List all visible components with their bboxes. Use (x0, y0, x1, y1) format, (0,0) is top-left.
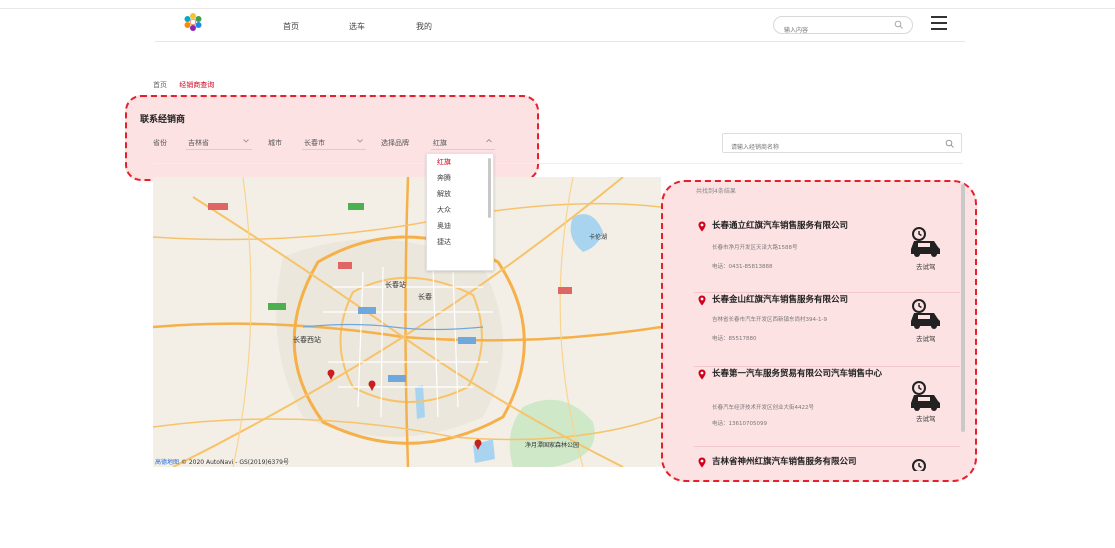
province-select[interactable]: 吉林省 (186, 134, 252, 150)
header-search-input[interactable] (774, 22, 886, 39)
logo-icon[interactable] (183, 12, 203, 32)
chevron-down-icon (357, 139, 363, 143)
header-search (773, 16, 913, 39)
filter-title: 联系经销商 (140, 115, 186, 125)
test-drive-car-icon[interactable] (908, 459, 942, 471)
province-label: 省份 (153, 139, 167, 147)
test-drive-car-icon[interactable] (908, 227, 942, 257)
nav-select-car[interactable]: 选车 (349, 21, 365, 32)
chevron-up-icon (486, 138, 492, 143)
brand-option-dazhong[interactable]: 大众 (427, 202, 493, 218)
results-list: 长春通立红旗汽车销售服务有限公司 长春市净月开发区天泽大路1588号 电话：04… (694, 205, 962, 471)
dealer-address: 长春汽车经济技术开发区创业大街4422号 (712, 405, 814, 411)
location-pin-icon (698, 221, 706, 232)
test-drive-car-icon[interactable] (908, 299, 942, 329)
map-label-changchun: 长春 (418, 292, 432, 301)
test-drive-car-icon[interactable] (908, 381, 942, 411)
brand-label: 选择品牌 (381, 139, 409, 147)
search-icon[interactable] (945, 139, 955, 149)
dealer-name[interactable]: 长春金山红旗汽车销售服务有限公司 (712, 293, 902, 307)
brand-option-jieda[interactable]: 捷达 (427, 234, 493, 250)
breadcrumb: 首页 经销商查询 (153, 80, 214, 90)
map[interactable]: 长春西站 长春 长春站 卡伦湖 净月潭国家森林公园 (153, 177, 661, 467)
brand-option-aodi[interactable]: 奥迪 (427, 218, 493, 234)
divider (153, 163, 963, 164)
test-drive-button[interactable]: 去试驾 (916, 333, 936, 343)
dealer-phone: 电话：0431-85813888 (712, 264, 773, 270)
breadcrumb-home[interactable]: 首页 (153, 81, 167, 89)
dealer-item[interactable]: 吉林省神州红旗汽车销售服务有限公司 (694, 455, 960, 471)
brand-value: 红旗 (433, 139, 447, 147)
dealer-item[interactable]: 长春金山红旗汽车销售服务有限公司 吉林省长春市汽车开发区西新镇东尚村394-1-… (694, 293, 960, 367)
nav-mine[interactable]: 我的 (416, 21, 432, 32)
breadcrumb-current: 经销商查询 (179, 81, 215, 89)
brand-dropdown: 红旗 奔腾 解放 大众 奥迪 捷达 (426, 153, 494, 271)
province-value: 吉林省 (188, 139, 209, 147)
chevron-down-icon (243, 139, 249, 143)
location-pin-icon (698, 369, 706, 380)
dealer-name[interactable]: 吉林省神州红旗汽车销售服务有限公司 (712, 455, 902, 469)
dealer-item[interactable]: 长春第一汽车服务贸易有限公司汽车销售中心 长春汽车经济技术开发区创业大街4422… (694, 367, 960, 447)
dealer-search-input[interactable] (723, 138, 933, 157)
search-icon[interactable] (894, 20, 904, 30)
map-brand: 高德地图 (155, 459, 180, 466)
dealer-phone: 电话：85517880 (712, 336, 757, 342)
hamburger-menu-icon[interactable] (931, 16, 947, 30)
dropdown-scrollbar[interactable] (488, 158, 491, 218)
test-drive-button[interactable]: 去试驾 (916, 413, 936, 423)
location-pin-icon (698, 295, 706, 306)
dealer-name[interactable]: 长春第一汽车服务贸易有限公司汽车销售中心 (712, 367, 902, 381)
nav-home[interactable]: 首页 (283, 21, 299, 32)
map-canvas[interactable]: 长春西站 长春 长春站 卡伦湖 净月潭国家森林公园 (153, 177, 661, 467)
map-copyright: 高德地图 © 2020 AutoNavi - GS(2019)6379号 (155, 457, 289, 466)
map-label-lake: 卡伦湖 (589, 233, 607, 241)
results-count: 共找到4条结果 (696, 188, 736, 195)
map-label-changchun-west: 长春西站 (293, 335, 321, 344)
city-select[interactable]: 长春市 (302, 134, 366, 150)
brand-option-hongqi[interactable]: 红旗 (427, 154, 493, 170)
map-label-station: 长春站 (385, 280, 406, 289)
dealer-address: 长春市净月开发区天泽大路1588号 (712, 245, 798, 251)
brand-option-jiefang[interactable]: 解放 (427, 186, 493, 202)
map-copyright-text: © 2020 AutoNavi - GS(2019)6379号 (180, 459, 289, 466)
dealer-item[interactable]: 长春通立红旗汽车销售服务有限公司 长春市净月开发区天泽大路1588号 电话：04… (694, 219, 960, 293)
top-border (0, 8, 1115, 9)
dealer-search (722, 133, 962, 157)
dealer-address: 吉林省长春市汽车开发区西新镇东尚村394-1-9 (712, 317, 827, 323)
location-pin-icon (698, 457, 706, 468)
city-label: 城市 (268, 139, 282, 147)
city-value: 长春市 (304, 139, 325, 147)
dealer-name[interactable]: 长春通立红旗汽车销售服务有限公司 (712, 219, 902, 233)
map-label-park: 净月潭国家森林公园 (525, 441, 579, 449)
test-drive-button[interactable]: 去试驾 (916, 261, 936, 271)
brand-option-benteng[interactable]: 奔腾 (427, 170, 493, 186)
brand-select[interactable]: 红旗 (431, 134, 495, 150)
dealer-phone: 电话：13610705099 (712, 421, 767, 427)
header: 首页 选车 我的 (155, 12, 965, 42)
